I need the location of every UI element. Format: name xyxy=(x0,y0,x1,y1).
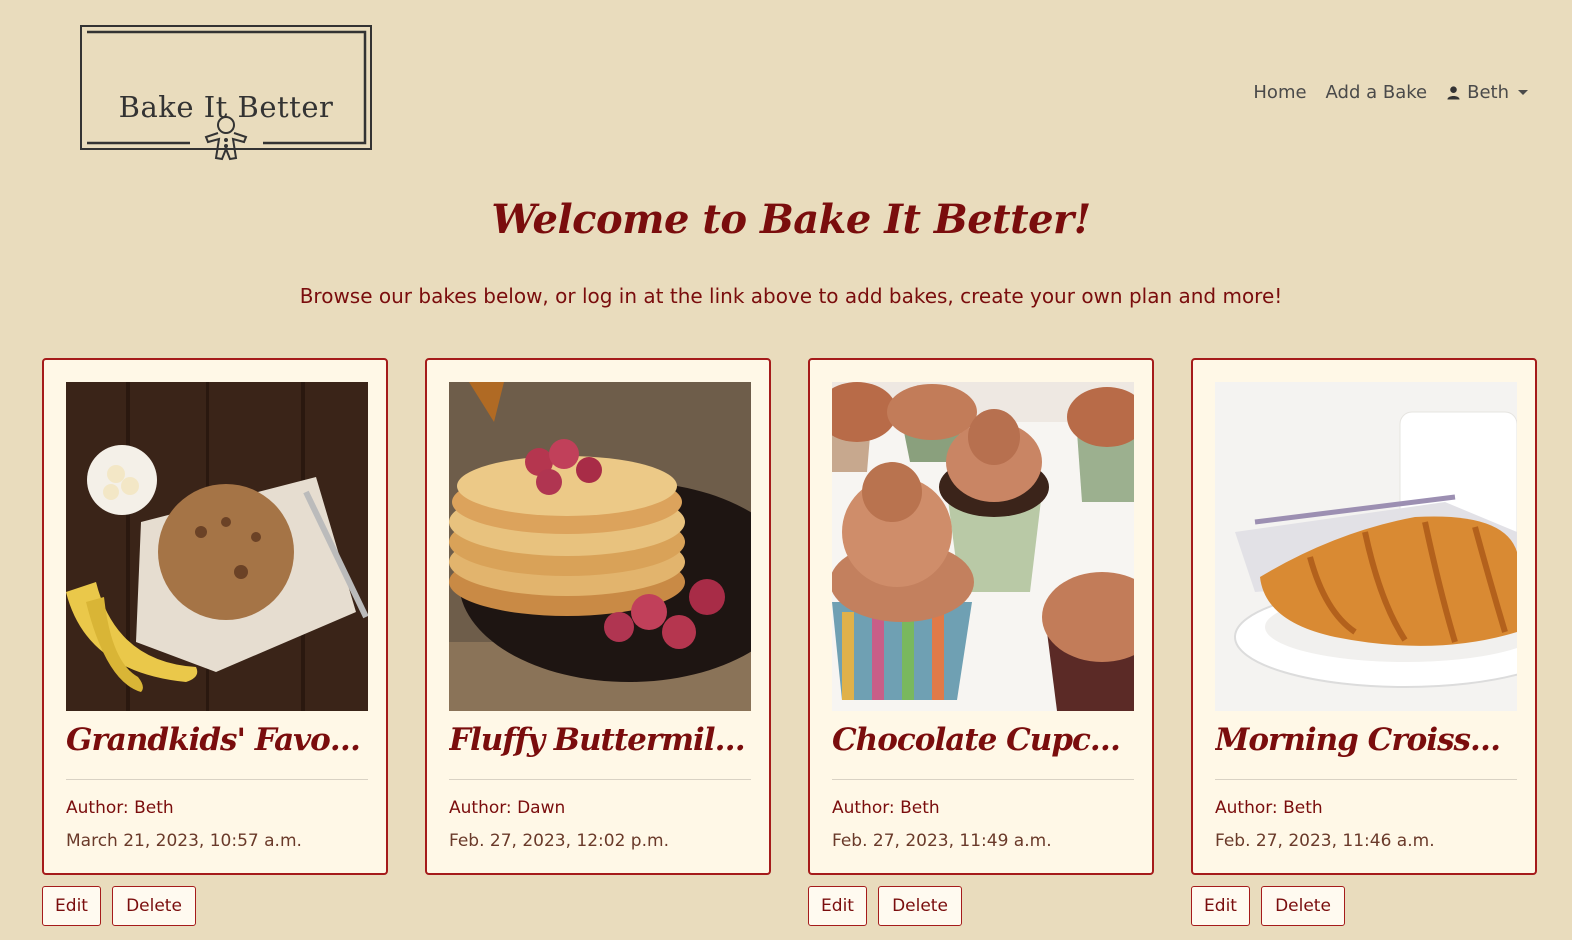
card-divider xyxy=(1215,779,1517,780)
page-title: Welcome to Bake It Better! xyxy=(491,196,1091,243)
bake-title[interactable]: Chocolate Cupcakes xyxy=(832,722,1134,758)
bake-date: Feb. 27, 2023, 12:02 p.m. xyxy=(449,831,669,851)
bake-image[interactable] xyxy=(832,382,1134,711)
user-name: Beth xyxy=(1467,82,1509,103)
edit-button[interactable]: Edit xyxy=(808,886,867,926)
pancakes-raspberries-photo xyxy=(449,382,751,711)
bake-date: Feb. 27, 2023, 11:49 a.m. xyxy=(832,831,1052,851)
bake-title[interactable]: Morning Croissant xyxy=(1215,722,1517,758)
nav-home-link[interactable]: Home xyxy=(1253,82,1306,103)
logo-text: Bake It Better xyxy=(118,90,334,124)
edit-button[interactable]: Edit xyxy=(42,886,101,926)
edit-button[interactable]: Edit xyxy=(1191,886,1250,926)
croissant-plate-photo xyxy=(1215,382,1517,711)
bake-author: Author: Dawn xyxy=(449,798,566,818)
card-divider xyxy=(832,779,1134,780)
user-icon xyxy=(1447,86,1460,100)
bake-author: Author: Beth xyxy=(832,798,940,818)
bake-date: March 21, 2023, 10:57 a.m. xyxy=(66,831,302,851)
bake-card[interactable]: Fluffy Buttermilk Pancakes Author: Dawn … xyxy=(425,358,771,875)
main-nav: Home Add a Bake Beth xyxy=(1253,82,1528,103)
bake-author: Author: Beth xyxy=(1215,798,1323,818)
bake-title[interactable]: Grandkids' Favourite Cookies xyxy=(66,722,368,758)
chevron-down-icon xyxy=(1518,90,1528,95)
bake-image[interactable] xyxy=(1215,382,1517,711)
delete-button[interactable]: Delete xyxy=(112,886,196,926)
card-divider xyxy=(449,779,751,780)
bake-author: Author: Beth xyxy=(66,798,174,818)
bake-card[interactable]: Morning Croissant Author: Beth Feb. 27, … xyxy=(1191,358,1537,875)
bake-title[interactable]: Fluffy Buttermilk Pancakes xyxy=(449,722,751,758)
nav-add-bake-link[interactable]: Add a Bake xyxy=(1326,82,1428,103)
site-logo[interactable]: Bake It Better xyxy=(80,25,372,171)
chocolate-cupcakes-photo xyxy=(832,382,1134,711)
bake-image[interactable] xyxy=(449,382,751,711)
intro-text: Browse our bakes below, or log in at the… xyxy=(299,284,1283,308)
delete-button[interactable]: Delete xyxy=(878,886,962,926)
bake-image[interactable] xyxy=(66,382,368,711)
bake-date: Feb. 27, 2023, 11:46 a.m. xyxy=(1215,831,1435,851)
user-dropdown[interactable]: Beth xyxy=(1446,82,1528,103)
cookie-banana-photo xyxy=(66,382,368,711)
delete-button[interactable]: Delete xyxy=(1261,886,1345,926)
bake-card[interactable]: Grandkids' Favourite Cookies Author: Bet… xyxy=(42,358,388,875)
bake-card[interactable]: Chocolate Cupcakes Author: Beth Feb. 27,… xyxy=(808,358,1154,875)
card-divider xyxy=(66,779,368,780)
